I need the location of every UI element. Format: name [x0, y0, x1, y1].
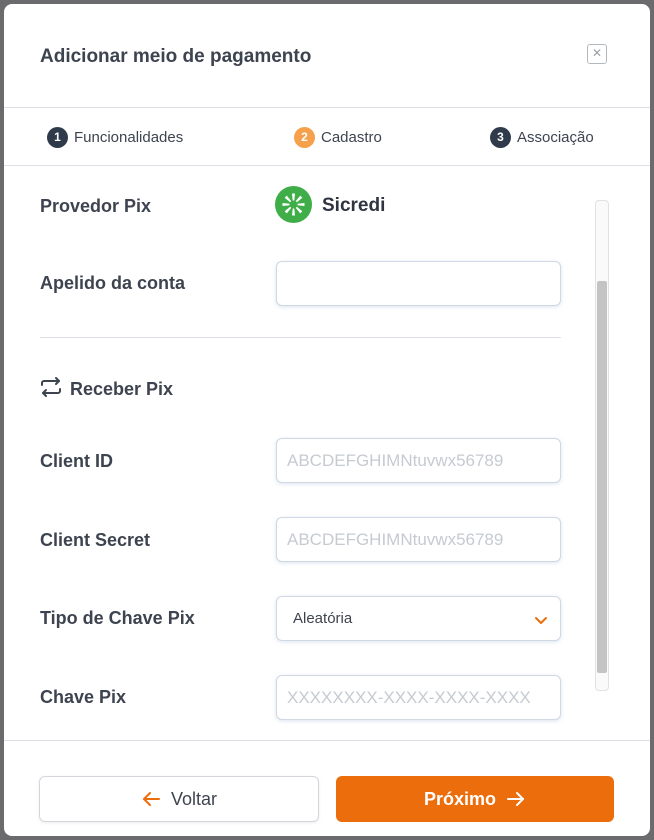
receive-section-label: Receber Pix	[70, 379, 174, 399]
provider-name: Sicredi	[322, 195, 386, 216]
key-input[interactable]	[276, 675, 561, 720]
provider-label: Provedor Pix	[40, 196, 152, 216]
section-divider	[40, 337, 561, 338]
receive-section-title: Receber Pix	[40, 376, 173, 403]
add-payment-method-modal: Adicionar meio de pagamento ✕ 1 Funciona…	[4, 4, 650, 836]
form-scroll-area: Provedor Pix Sicredi Apelido da conta Re…	[4, 166, 650, 740]
key-type-select[interactable]: Aleatória	[276, 596, 561, 641]
client-id-label: Client ID	[40, 451, 114, 471]
back-button-label: Voltar	[170, 788, 218, 809]
scrollbar-thumb[interactable]	[597, 281, 607, 673]
client-id-input[interactable]	[276, 438, 561, 483]
back-button[interactable]: Voltar	[39, 776, 319, 822]
arrow-right-icon	[506, 791, 526, 807]
key-type-value: Aleatória	[293, 610, 353, 627]
stepper: 1 Funcionalidades 2 Cadastro 3 Associaçã…	[4, 108, 650, 166]
step-number-3: 3	[490, 127, 511, 148]
close-icon[interactable]: ✕	[587, 44, 607, 64]
nickname-input[interactable]	[276, 261, 561, 306]
nickname-label: Apelido da conta	[40, 273, 186, 293]
sicredi-logo-icon	[275, 186, 312, 223]
step-label: Cadastro	[321, 129, 382, 146]
arrow-left-icon	[141, 791, 161, 807]
step-cadastro[interactable]: 2 Cadastro	[294, 127, 382, 148]
modal-header: Adicionar meio de pagamento ✕	[4, 4, 650, 108]
modal-footer: Voltar Próximo	[4, 740, 650, 836]
modal-title: Adicionar meio de pagamento	[40, 46, 312, 67]
chevron-down-icon	[534, 612, 548, 630]
step-number-2: 2	[294, 127, 315, 148]
client-secret-label: Client Secret	[40, 530, 151, 550]
step-label: Funcionalidades	[74, 129, 184, 146]
swap-arrows-icon	[40, 376, 62, 403]
step-funcionalidades[interactable]: 1 Funcionalidades	[47, 127, 183, 148]
step-number-1: 1	[47, 127, 68, 148]
step-associacao[interactable]: 3 Associação	[490, 127, 594, 148]
key-label: Chave Pix	[40, 687, 127, 707]
next-button[interactable]: Próximo	[336, 776, 614, 822]
client-secret-input[interactable]	[276, 517, 561, 562]
key-type-label: Tipo de Chave Pix	[40, 608, 195, 628]
step-label: Associação	[517, 129, 594, 146]
scrollbar[interactable]	[595, 200, 609, 691]
next-button-label: Próximo	[423, 788, 497, 809]
